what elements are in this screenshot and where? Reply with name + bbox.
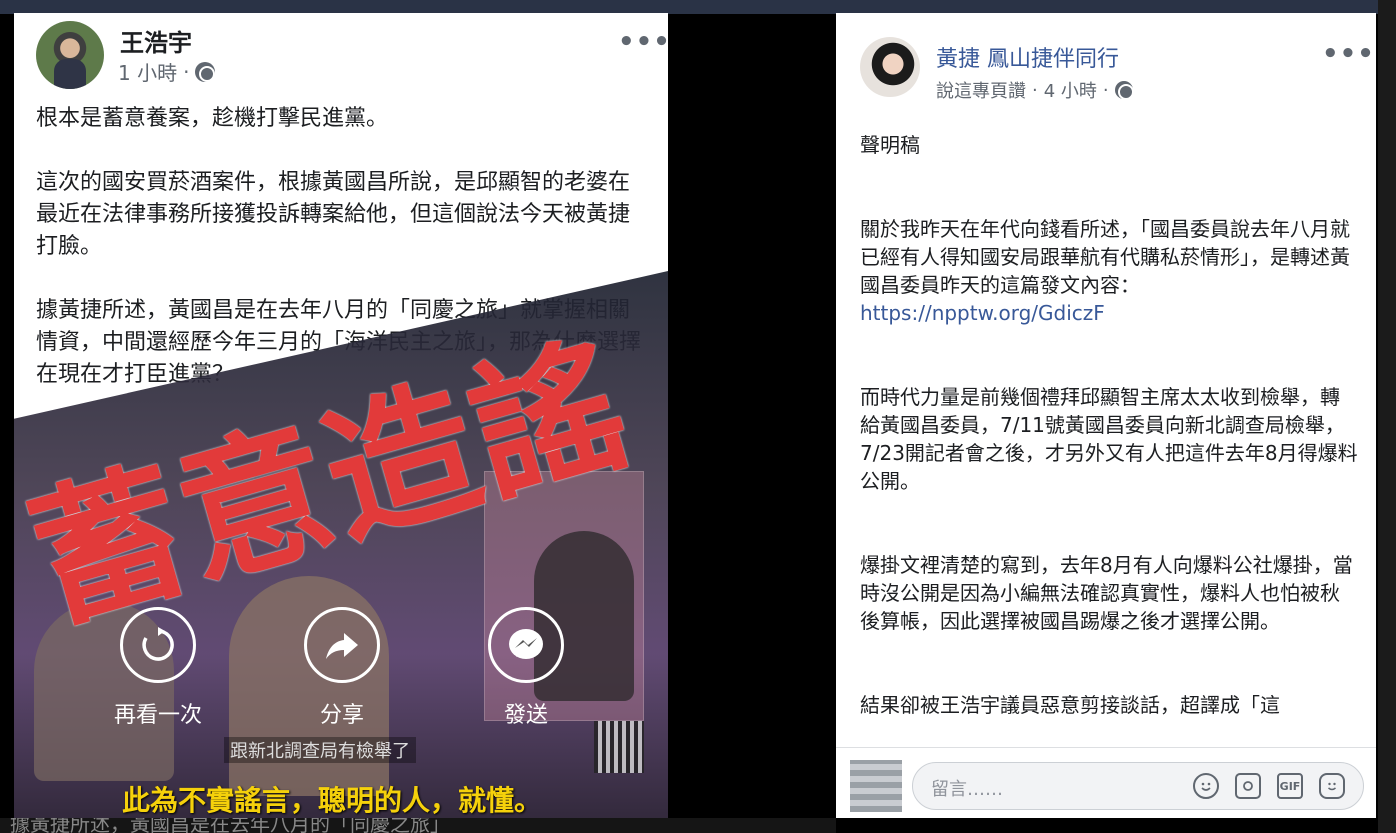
post-paragraph: 結果卻被王浩宇議員惡意剪接談話，超譯成「這	[860, 693, 1280, 717]
background-top-bar	[0, 0, 1396, 14]
meta-separator: ·	[1032, 79, 1038, 101]
more-options-icon[interactable]: •••	[1322, 39, 1375, 69]
more-options-icon[interactable]: •••	[618, 27, 668, 57]
background-right-edge	[1378, 0, 1396, 833]
post-time[interactable]: 1 小時	[118, 57, 177, 86]
globe-icon	[1114, 81, 1134, 100]
meta-separator: ·	[1102, 79, 1109, 101]
page-like-action[interactable]: 說這專頁讚	[936, 77, 1026, 103]
author-avatar[interactable]	[36, 21, 104, 89]
video-player[interactable]: 蓄意造謠 再看一次 分享 發送 跟新北調查局有檢舉了 此為不實謠言，聰明的人，就…	[14, 271, 668, 818]
page-name[interactable]: 黃捷 鳳山捷伴同行	[936, 41, 1119, 73]
background-strip-text: 據黃捷所述，黃國昌是在去年八月的「同慶之旅」	[10, 818, 450, 833]
post-time[interactable]: 4 小時	[1044, 77, 1097, 103]
comment-placeholder: 留言……	[931, 779, 1003, 800]
send-label: 發送	[503, 703, 548, 728]
camera-icon[interactable]	[1235, 773, 1261, 799]
background-bottom-strip: 據黃捷所述，黃國昌是在去年八月的「同慶之旅」	[0, 818, 836, 833]
share-icon	[304, 607, 380, 683]
left-post-card: 王浩宇 1 小時 · ••• 根本是蓄意養案，趁機打擊民進黨。 這次的國安買菸酒…	[14, 13, 668, 818]
sticker-icon[interactable]	[1319, 773, 1345, 799]
post-paragraph: 爆掛文裡清楚的寫到，去年8月有人向爆料公社爆掛，當時沒公開是因為小編無法確認真實…	[860, 553, 1353, 633]
post-paragraph-text: 關於我昨天在年代向錢看所述，「國昌委員說去年八月就已經有人得知國安局跟華航有代購…	[860, 217, 1350, 297]
page-avatar[interactable]	[860, 37, 920, 97]
commenter-avatar	[850, 760, 902, 812]
emoji-icon[interactable]	[1193, 773, 1219, 799]
news-caption: 跟新北調查局有檢舉了	[224, 737, 416, 763]
send-button[interactable]: 發送	[446, 607, 606, 729]
post-meta: 說這專頁讚 · 4 小時 ·	[936, 77, 1134, 103]
share-label: 分享	[319, 703, 364, 728]
replay-icon	[120, 607, 196, 683]
video-subtitle: 此為不實謠言，聰明的人，就懂。	[122, 784, 543, 817]
replay-button[interactable]: 再看一次	[78, 607, 238, 729]
comment-input[interactable]: 留言…… GIF	[912, 762, 1364, 810]
author-name[interactable]: 王浩宇	[120, 23, 192, 58]
comment-tools: GIF	[1193, 773, 1345, 799]
post-body: 聲明稿 關於我昨天在年代向錢看所述，「國昌委員說去年八月就已經有人得知國安局跟華…	[860, 131, 1358, 775]
post-paragraph: 聲明稿	[860, 133, 920, 157]
meta-separator: ·	[183, 59, 190, 84]
post-paragraph-with-link: 關於我昨天在年代向錢看所述，「國昌委員說去年八月就已經有人得知國安局跟華航有代購…	[860, 215, 1358, 327]
right-post-card: 黃捷 鳳山捷伴同行 說這專頁讚 · 4 小時 · ••• 聲明稿 關於我昨天在年…	[836, 13, 1376, 818]
post-paragraph: 這次的國安買菸酒案件，根據黃國昌所說，是邱顯智的老婆在最近在法律事務所接獲投訴轉…	[36, 170, 631, 259]
messenger-icon	[488, 607, 564, 683]
post-paragraph: 而時代力量是前幾個禮拜邱顯智主席太太收到檢舉，轉給黃國昌委員，7/11號黃國昌委…	[860, 385, 1358, 493]
globe-icon	[195, 61, 216, 82]
gif-icon[interactable]: GIF	[1277, 773, 1303, 799]
post-paragraph: 根本是蓄意養案，趁機打擊民進黨。	[36, 106, 389, 131]
share-button[interactable]: 分享	[262, 607, 422, 729]
post-meta: 1 小時 ·	[118, 57, 216, 86]
comment-bar: 留言…… GIF	[836, 747, 1376, 818]
post-link[interactable]: https://npptw.org/GdiczF	[860, 301, 1105, 325]
replay-label: 再看一次	[113, 703, 202, 728]
